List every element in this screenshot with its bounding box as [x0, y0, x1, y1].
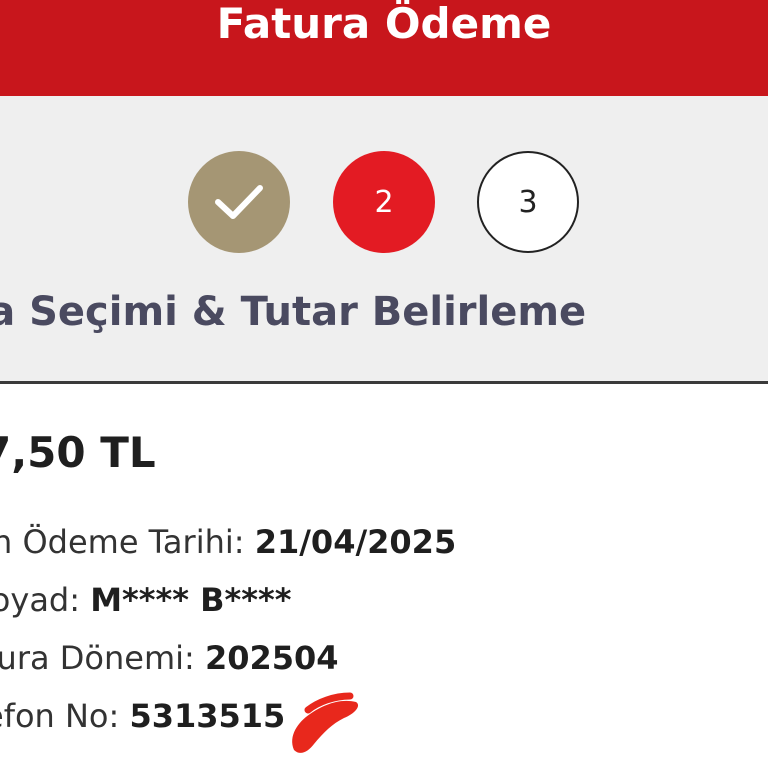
name-row: d Soyad: M**** B****: [0, 578, 291, 622]
step-title-wrapper: ura Seçimi & Tutar Belirleme: [0, 286, 768, 338]
due-date-row: n Ödeme Tarihi: 21/04/2025: [0, 520, 456, 564]
redaction-scribble-icon: [292, 692, 359, 753]
phone-value: 5313515: [129, 697, 286, 735]
step-3-pending[interactable]: 3: [477, 151, 579, 253]
phone-row: efon No: 5313515: [0, 694, 285, 738]
check-icon: [215, 185, 263, 219]
bill-period-row: tura Dönemi: 202504: [0, 636, 339, 680]
app-header: Fatura Ödeme: [0, 0, 768, 96]
page-title: Fatura Ödeme: [216, 0, 552, 48]
bill-period-value: 202504: [204, 639, 339, 677]
invoice-payment-screen: Fatura Ödeme 2 3 ura Seçimi & Tutar Beli…: [0, 0, 768, 768]
step-1-completed[interactable]: [188, 151, 290, 253]
bill-period-label: tura Dönemi:: [0, 639, 205, 677]
progress-stepper: 2 3 ura Seçimi & Tutar Belirleme: [0, 96, 768, 384]
due-date-value: 21/04/2025: [254, 523, 457, 561]
bill-amount: 7,50 TL: [0, 428, 156, 477]
name-label: d Soyad:: [0, 581, 81, 619]
step-3-label: 3: [518, 184, 538, 220]
step-2-active[interactable]: 2: [333, 151, 435, 253]
due-date-label: n Ödeme Tarihi:: [0, 523, 255, 561]
current-step-title: ura Seçimi & Tutar Belirleme: [0, 289, 587, 335]
phone-label: efon No:: [0, 697, 120, 735]
step-2-label: 2: [374, 184, 394, 220]
name-value: M**** B****: [90, 581, 292, 619]
